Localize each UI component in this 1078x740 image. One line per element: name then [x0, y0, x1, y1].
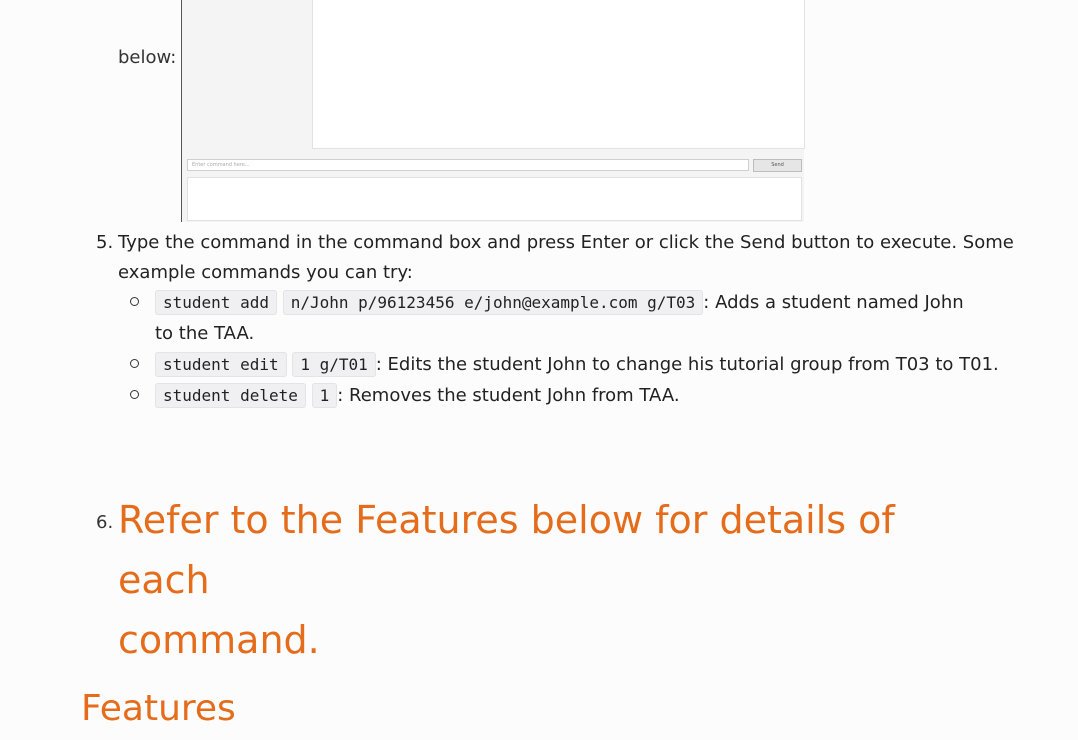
inline-code: 1	[311, 383, 338, 408]
step-6: 6. Refer to the Features below for detai…	[96, 490, 996, 670]
step-number: 5.	[96, 232, 114, 253]
screenshot-caption: below:	[118, 47, 177, 68]
example-commands-list: student add n/John p/96123456 e/john@exa…	[130, 287, 1010, 411]
screenshot-command-box: Enter command here...	[187, 159, 749, 171]
screenshot-send-button: Send	[753, 159, 802, 172]
list-item: student delete 1: Removes the student Jo…	[130, 380, 1010, 411]
app-screenshot-image: Enter command here... Send	[181, 0, 805, 222]
inline-code: student delete	[155, 383, 306, 408]
step-number: 6.	[96, 512, 114, 533]
bullet-icon	[130, 390, 139, 399]
bullet-icon	[130, 297, 139, 306]
screenshot-result-box	[187, 177, 802, 221]
inline-code: student edit	[155, 352, 287, 377]
inline-code: student add	[155, 290, 277, 315]
inline-code: n/John p/96123456 e/john@example.com g/T…	[282, 290, 704, 315]
bullet-icon	[130, 359, 139, 368]
section-heading: Features	[81, 688, 236, 729]
step-text: Refer to the Features below for details …	[118, 498, 895, 662]
step-5: 5. Type the command in the command box a…	[96, 228, 1016, 288]
list-item: student edit 1 g/T01: Edits the student …	[130, 349, 1010, 380]
screenshot-list-panel	[312, 0, 805, 149]
inline-code: 1 g/T01	[292, 352, 376, 377]
step-text: Type the command in the command box and …	[118, 232, 1014, 283]
list-item: student add n/John p/96123456 e/john@exa…	[130, 287, 1010, 349]
